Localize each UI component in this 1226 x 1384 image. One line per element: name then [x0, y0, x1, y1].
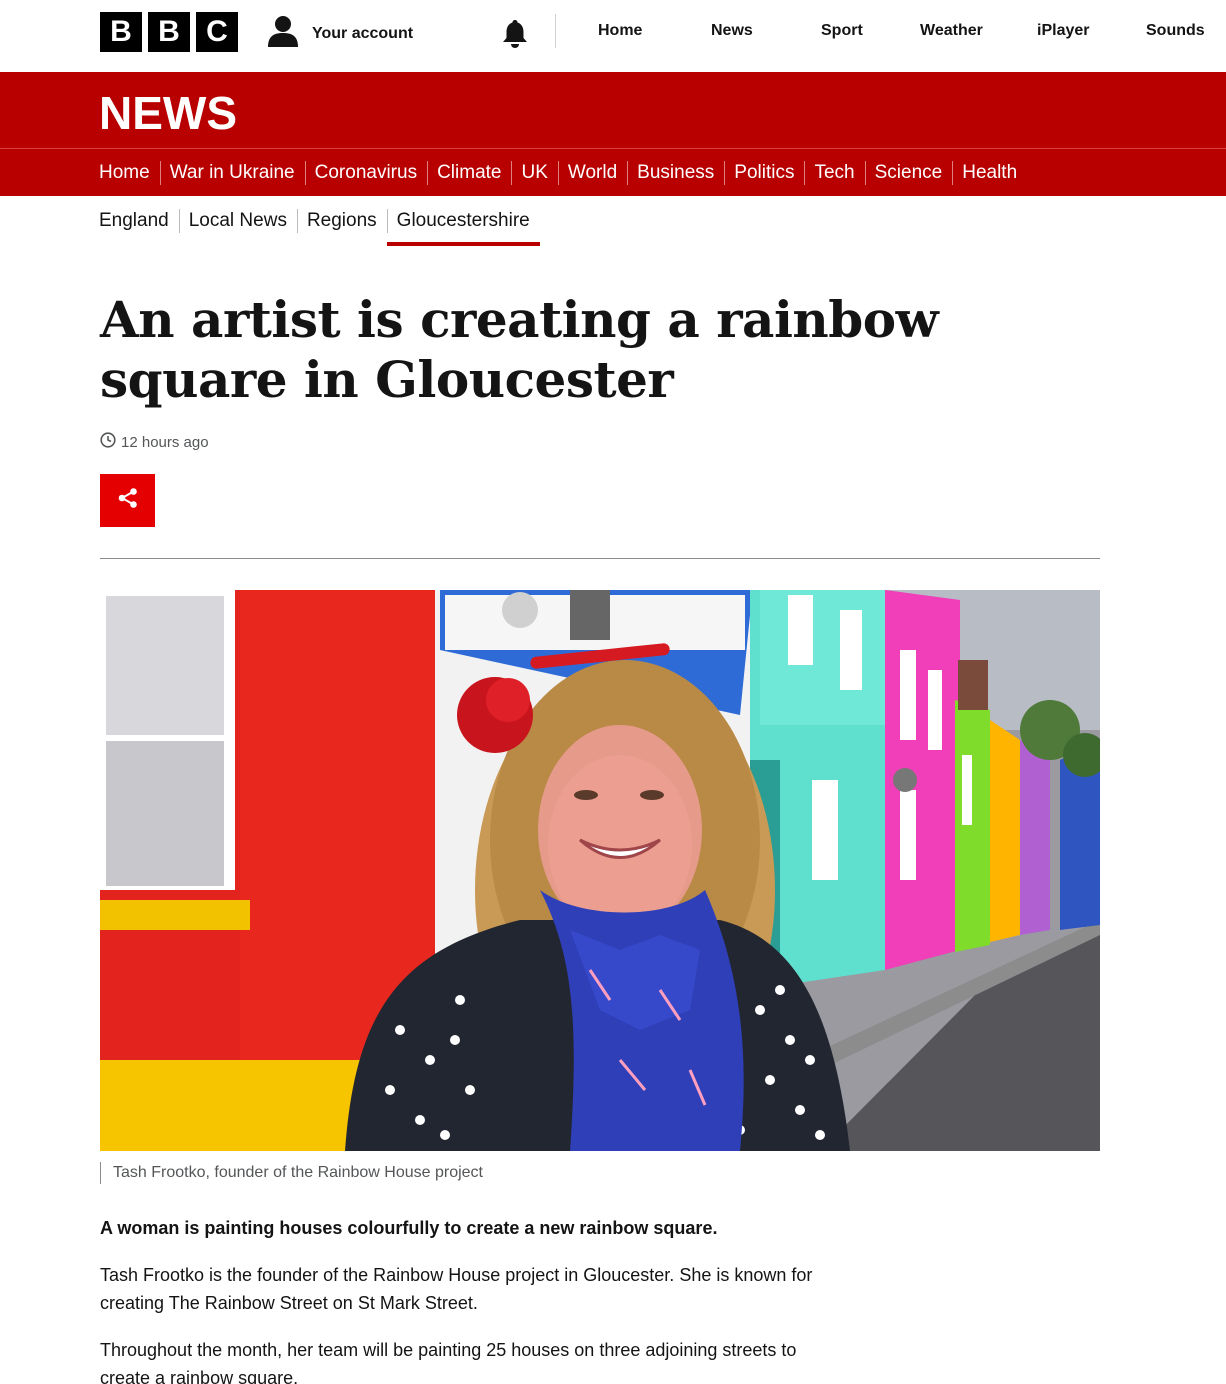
timestamp-text: 12 hours ago	[121, 433, 209, 451]
bbc-top-bar: B B C Your account Home News Sport Weath…	[0, 0, 1226, 72]
article-body: A woman is painting houses colourfully t…	[100, 1214, 840, 1384]
top-nav-weather[interactable]: Weather	[920, 22, 983, 40]
bell-icon[interactable]	[500, 18, 530, 48]
news-nav-business[interactable]: Business	[627, 159, 724, 187]
bbc-logo-letter-b1: B	[100, 12, 142, 52]
article-divider	[100, 558, 1100, 559]
article-headline: An artist is creating a rainbow square i…	[100, 290, 939, 409]
news-nav-world[interactable]: World	[557, 159, 627, 187]
article-lead-paragraph: A woman is painting houses colourfully t…	[100, 1218, 718, 1238]
clock-icon	[100, 432, 116, 452]
sub-nav-local-news[interactable]: Local News	[178, 207, 297, 235]
news-nav-health[interactable]: Health	[952, 159, 1027, 187]
user-icon	[266, 14, 300, 53]
news-brand[interactable]: NEWS	[99, 86, 237, 140]
news-nav-war-in-ukraine[interactable]: War in Ukraine	[159, 159, 305, 187]
sub-nav-gloucestershire[interactable]: Gloucestershire	[386, 207, 540, 246]
top-nav-sounds[interactable]: Sounds	[1146, 22, 1205, 40]
article-paragraph: Tash Frootko is the founder of the Rainb…	[100, 1265, 813, 1313]
uk-sub-nav: England Local News Regions Gloucestershi…	[0, 196, 1226, 246]
bbc-logo-letter-b2: B	[148, 12, 190, 52]
top-nav-news[interactable]: News	[711, 22, 753, 40]
article-photo	[100, 590, 1100, 1151]
bbc-logo-letter-c: C	[196, 12, 238, 52]
top-bar-divider	[555, 14, 556, 48]
top-nav-iplayer[interactable]: iPlayer	[1037, 22, 1089, 40]
top-nav-sport[interactable]: Sport	[821, 22, 863, 40]
news-nav-uk[interactable]: UK	[511, 159, 557, 187]
news-nav-politics[interactable]: Politics	[724, 159, 804, 187]
article-paragraph: Throughout the month, her team will be p…	[100, 1340, 797, 1384]
share-icon	[117, 487, 139, 514]
article-timestamp: 12 hours ago	[100, 432, 209, 452]
news-nav-science[interactable]: Science	[864, 159, 953, 187]
account-label: Your account	[312, 24, 414, 42]
news-banner: NEWS	[0, 72, 1226, 148]
news-nav-coronavirus[interactable]: Coronavirus	[304, 159, 427, 187]
news-section-nav: Home War in Ukraine Coronavirus Climate …	[0, 148, 1226, 196]
news-nav-climate[interactable]: Climate	[427, 159, 511, 187]
account-link[interactable]: Your account	[266, 14, 413, 53]
news-nav-tech[interactable]: Tech	[804, 159, 864, 187]
news-nav-home[interactable]: Home	[89, 159, 160, 187]
sub-nav-england[interactable]: England	[89, 207, 179, 235]
rainbow-houses-photo	[100, 590, 1100, 1151]
share-button[interactable]	[100, 474, 155, 527]
sub-nav-regions[interactable]: Regions	[296, 207, 387, 235]
image-caption: Tash Frootko, founder of the Rainbow Hou…	[100, 1162, 483, 1184]
bbc-logo[interactable]: B B C	[100, 12, 238, 52]
top-nav-home[interactable]: Home	[598, 22, 642, 40]
